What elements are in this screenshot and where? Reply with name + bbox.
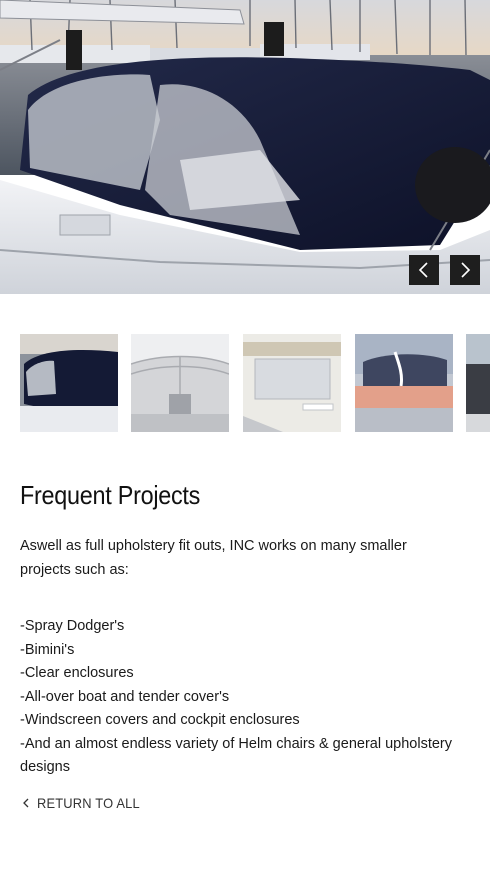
thumbnail-image: [243, 334, 341, 432]
list-item: -And an almost endless variety of Helm c…: [20, 735, 452, 776]
thumbnail-2[interactable]: [131, 334, 229, 432]
hero-image: [0, 0, 490, 294]
list-item: -Bimini's: [20, 641, 75, 658]
hero-photo: [0, 0, 490, 294]
gallery-next-button[interactable]: [450, 255, 480, 285]
thumbnail-5[interactable]: [466, 334, 490, 432]
chevron-left-icon: [20, 796, 34, 810]
project-list: -Spray Dodger's -Bimini's -Clear enclosu…: [20, 615, 460, 780]
return-to-all-link[interactable]: RETURN TO ALL: [20, 795, 149, 811]
return-label: RETURN TO ALL: [37, 795, 140, 811]
thumbnail-4[interactable]: [355, 334, 453, 432]
chevron-left-icon: [418, 262, 428, 278]
thumbnail-image: [131, 334, 229, 432]
list-item: -Windscreen covers and cockpit enclosure…: [20, 712, 300, 728]
page-title: Frequent Projects: [20, 480, 201, 510]
thumbnail-image: [466, 334, 490, 432]
thumbnail-image: [355, 334, 453, 432]
intro-text: Aswell as full upholstery fit outs, INC …: [20, 538, 407, 578]
thumbnail-1[interactable]: [20, 334, 118, 432]
chevron-right-icon: [461, 262, 471, 278]
list-item: -Clear enclosures: [20, 665, 134, 681]
thumbnail-strip: [20, 334, 490, 432]
list-item: -Spray Dodger's: [20, 618, 125, 634]
thumbnail-3[interactable]: [243, 334, 341, 432]
gallery-prev-button[interactable]: [409, 255, 439, 285]
list-item: -All-over boat and tender cover's: [20, 688, 230, 705]
thumbnail-image: [20, 334, 118, 432]
